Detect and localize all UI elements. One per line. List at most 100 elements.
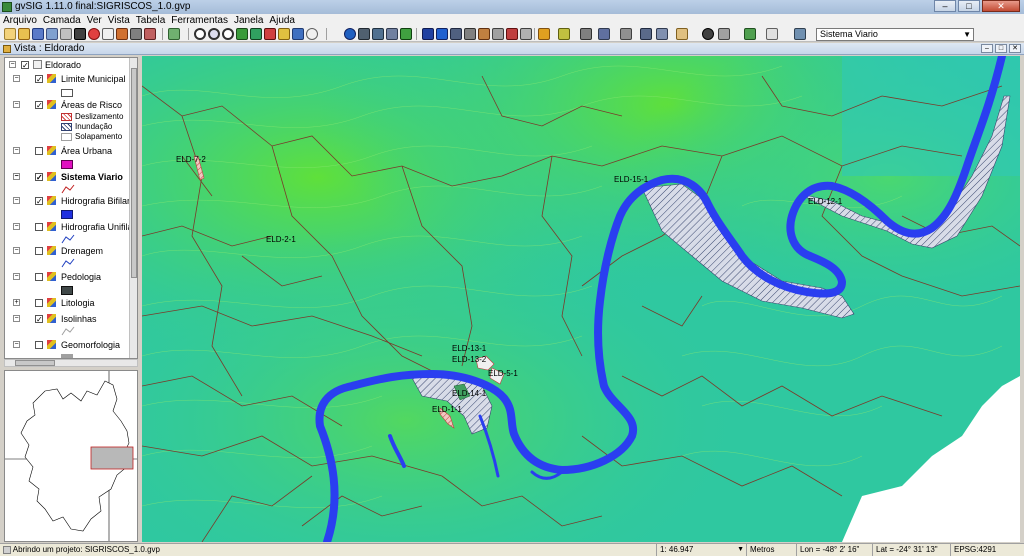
- collapse-icon[interactable]: −: [13, 341, 20, 348]
- full-extent-icon[interactable]: [236, 28, 248, 40]
- layer-icon[interactable]: [168, 28, 180, 40]
- menu-camada[interactable]: Camada: [40, 14, 84, 27]
- grid-icon[interactable]: [580, 28, 592, 40]
- script-icon[interactable]: [144, 28, 156, 40]
- route-icon[interactable]: [656, 28, 668, 40]
- scroll-thumb[interactable]: [15, 360, 55, 366]
- clear-selection-icon[interactable]: [506, 28, 518, 40]
- properties-icon[interactable]: [102, 28, 114, 40]
- collapse-icon[interactable]: −: [13, 101, 20, 108]
- menu-ver[interactable]: Ver: [84, 14, 105, 27]
- zoom-in-icon[interactable]: [194, 28, 206, 40]
- filter-icon[interactable]: [538, 28, 550, 40]
- collapse-icon[interactable]: −: [13, 247, 20, 254]
- select-by-layer-icon[interactable]: [478, 28, 490, 40]
- menu-vista[interactable]: Vista: [105, 14, 133, 27]
- zoom-next-icon[interactable]: [292, 28, 304, 40]
- maximize-button[interactable]: □: [958, 0, 980, 12]
- menu-arquivo[interactable]: Arquivo: [0, 14, 40, 27]
- select-by-circle-icon[interactable]: [464, 28, 476, 40]
- checkbox[interactable]: [35, 273, 43, 281]
- info-icon[interactable]: [344, 28, 356, 40]
- checkbox[interactable]: [35, 247, 43, 255]
- menu-ajuda[interactable]: Ajuda: [266, 14, 298, 27]
- view-close-button[interactable]: ✕: [1009, 44, 1021, 53]
- map-view[interactable]: ELD-7-2 ELD-2-1 ELD-15-1 ELD-12-1 ELD-13…: [142, 56, 1020, 542]
- active-layer-select[interactable]: Sistema Viario ▼: [816, 28, 974, 41]
- document-icon[interactable]: [766, 28, 778, 40]
- checkbox[interactable]: ✓: [35, 173, 43, 182]
- expand-icon[interactable]: +: [13, 299, 20, 306]
- map-canvas[interactable]: ELD-7-2 ELD-2-1 ELD-15-1 ELD-12-1 ELD-13…: [142, 56, 1020, 542]
- measure-distance-icon[interactable]: [358, 28, 370, 40]
- edit-icon[interactable]: [598, 28, 610, 40]
- locator-map[interactable]: [4, 370, 138, 542]
- magnifier-icon[interactable]: [702, 28, 714, 40]
- save-icon[interactable]: [32, 28, 44, 40]
- hyperlink-icon[interactable]: [400, 28, 412, 40]
- collapse-icon[interactable]: −: [9, 61, 16, 68]
- checkbox[interactable]: [35, 223, 43, 231]
- geo-locator-icon[interactable]: [386, 28, 398, 40]
- layout-icon[interactable]: [116, 28, 128, 40]
- snap-icon[interactable]: [620, 28, 632, 40]
- status-bar: Abrindo um projeto: SIGRISCOS_1.0.gvp 1:…: [0, 543, 1024, 556]
- select-by-rect-icon[interactable]: [436, 28, 448, 40]
- checkbox[interactable]: ✓: [21, 61, 29, 70]
- collapse-icon[interactable]: −: [13, 75, 20, 82]
- collapse-icon[interactable]: −: [13, 315, 20, 322]
- checkbox[interactable]: ✓: [35, 197, 43, 206]
- table-icon[interactable]: [130, 28, 142, 40]
- select-by-point-icon[interactable]: [422, 28, 434, 40]
- toolbar-separator: [416, 28, 417, 40]
- locator-extent[interactable]: [90, 446, 134, 470]
- zoom-layer-icon[interactable]: [250, 28, 262, 40]
- zoom-rect-icon[interactable]: [208, 28, 220, 40]
- open-project-icon[interactable]: [18, 28, 30, 40]
- toc-vertical-scrollbar[interactable]: [129, 58, 137, 358]
- zoom-out-icon[interactable]: [222, 28, 234, 40]
- checkbox[interactable]: [35, 299, 43, 307]
- collapse-icon[interactable]: −: [13, 147, 20, 154]
- invert-selection-icon[interactable]: [492, 28, 504, 40]
- binoculars-icon[interactable]: [640, 28, 652, 40]
- collapse-icon[interactable]: −: [13, 173, 20, 180]
- save-as-icon[interactable]: [46, 28, 58, 40]
- geoprocess-icon[interactable]: [744, 28, 756, 40]
- print-icon[interactable]: [60, 28, 72, 40]
- stop-icon[interactable]: [88, 28, 100, 40]
- layer-add-icon[interactable]: [74, 28, 86, 40]
- toc-horizontal-scrollbar[interactable]: [4, 359, 138, 367]
- checkbox[interactable]: [35, 341, 43, 349]
- export-icon[interactable]: [676, 28, 688, 40]
- menu-ferramentas[interactable]: Ferramentas: [168, 14, 231, 27]
- select-attributes-icon[interactable]: [520, 28, 532, 40]
- close-button[interactable]: ✕: [982, 0, 1020, 12]
- legend-line-blue: [61, 234, 75, 244]
- collapse-icon[interactable]: −: [13, 197, 20, 204]
- scroll-thumb[interactable]: [131, 68, 137, 278]
- new-project-icon[interactable]: [4, 28, 16, 40]
- select-by-polygon-icon[interactable]: [450, 28, 462, 40]
- view-maximize-button[interactable]: □: [995, 44, 1007, 53]
- menu-janela[interactable]: Janela: [231, 14, 266, 27]
- overview-icon[interactable]: [718, 28, 730, 40]
- collapse-icon[interactable]: −: [13, 273, 20, 280]
- checkbox[interactable]: ✓: [35, 315, 43, 324]
- pan-icon[interactable]: [306, 28, 318, 40]
- measure-area-icon[interactable]: [372, 28, 384, 40]
- map-label: ELD-7-2: [176, 155, 206, 164]
- zoom-previous-icon[interactable]: [278, 28, 290, 40]
- minimize-button[interactable]: –: [934, 0, 956, 12]
- scale-field[interactable]: 1: 46.947 ▼: [656, 544, 746, 556]
- view-minimize-button[interactable]: –: [981, 44, 993, 53]
- map-label: ELD-13-2: [452, 355, 487, 364]
- layer-select-icon[interactable]: [794, 28, 806, 40]
- checkbox[interactable]: ✓: [35, 101, 43, 110]
- legend-icon[interactable]: [558, 28, 570, 40]
- checkbox[interactable]: ✓: [35, 75, 43, 84]
- checkbox[interactable]: [35, 147, 43, 155]
- menu-tabela[interactable]: Tabela: [133, 14, 168, 27]
- zoom-select-icon[interactable]: [264, 28, 276, 40]
- collapse-icon[interactable]: −: [13, 223, 20, 230]
